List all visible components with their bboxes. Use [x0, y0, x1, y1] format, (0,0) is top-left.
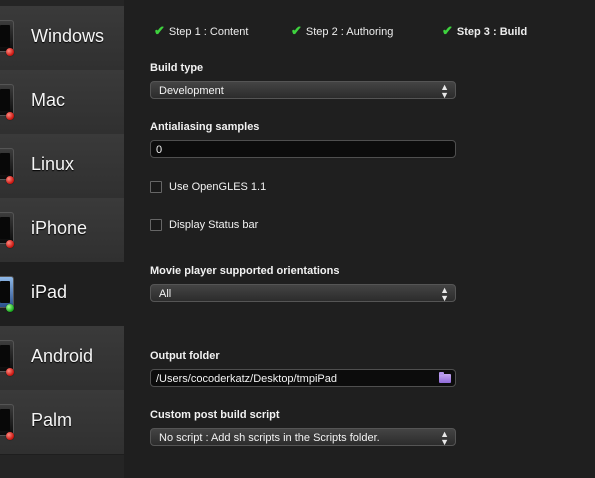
- platform-item-iphone[interactable]: iPhone: [0, 198, 124, 263]
- post-build-script-select[interactable]: No script : Add sh scripts in the Script…: [150, 428, 456, 447]
- tablet-icon: [0, 276, 14, 308]
- platform-label: Linux: [31, 154, 75, 174]
- use-opengles-checkbox-row[interactable]: Use OpenGLES 1.1: [150, 181, 266, 195]
- updown-arrows-icon: ▲ ▼: [440, 285, 449, 303]
- status-red-icon: [6, 176, 14, 184]
- select-value: No script : Add sh scripts in the Script…: [159, 432, 380, 444]
- updown-arrows-icon: ▲ ▼: [440, 429, 449, 447]
- platform-item-linux[interactable]: Linux: [0, 134, 124, 199]
- phone-icon: [0, 404, 14, 436]
- phone-icon: [0, 212, 14, 244]
- antialiasing-label: Antialiasing samples: [150, 121, 260, 133]
- output-folder-value: /Users/cocoderkatz/Desktop/tmpiPad: [156, 373, 337, 385]
- platform-label: iPad: [31, 282, 68, 302]
- platform-item-palm[interactable]: Palm: [0, 390, 124, 455]
- orientations-select[interactable]: All ▲ ▼: [150, 284, 456, 303]
- build-settings-panel: ✔ Step 1 : Content ✔ Step 2 : Authoring ✔ S…: [124, 0, 595, 478]
- platform-item-android[interactable]: Android: [0, 326, 124, 391]
- step-authoring[interactable]: ✔ Step 2 : Authoring: [291, 23, 393, 39]
- computer-icon: [0, 148, 14, 180]
- platform-label: Mac: [31, 90, 66, 110]
- phone-icon: [0, 340, 14, 372]
- select-value: Development: [159, 85, 224, 97]
- platform-item-windows[interactable]: Windows: [0, 6, 124, 71]
- orientations-label: Movie player supported orientations: [150, 265, 340, 277]
- step-label: Step 1 : Content: [168, 26, 249, 38]
- status-red-icon: [6, 48, 14, 56]
- step-build[interactable]: ✔ Step 3 : Build: [442, 23, 527, 39]
- build-type-label: Build type: [150, 62, 204, 74]
- platform-label: Android: [31, 346, 94, 366]
- display-status-bar-label: Display Status bar: [169, 219, 259, 232]
- updown-arrows-icon: ▲ ▼: [440, 82, 449, 100]
- status-red-icon: [6, 368, 14, 376]
- platform-sidebar: Windows Mac Linux iPhone iPad Android Pa…: [0, 0, 124, 478]
- computer-icon: [0, 20, 14, 52]
- computer-icon: [0, 84, 14, 116]
- output-folder-input[interactable]: /Users/cocoderkatz/Desktop/tmpiPad: [150, 369, 456, 387]
- build-type-select[interactable]: Development ▲ ▼: [150, 81, 456, 100]
- folder-icon[interactable]: [439, 372, 451, 383]
- platform-label: iPhone: [31, 218, 88, 238]
- select-value: All: [159, 288, 172, 300]
- status-red-icon: [6, 112, 14, 120]
- status-green-icon: [6, 304, 14, 312]
- checkmark-icon: ✔: [154, 23, 165, 38]
- wizard-steps: ✔ Step 1 : Content ✔ Step 2 : Authoring ✔ S…: [124, 23, 595, 41]
- post-build-script-label: Custom post build script: [150, 409, 280, 421]
- output-folder-label: Output folder: [150, 350, 220, 362]
- display-status-bar-checkbox-row[interactable]: Display Status bar: [150, 219, 258, 233]
- use-opengles-label: Use OpenGLES 1.1: [169, 181, 267, 194]
- status-red-icon: [6, 432, 14, 440]
- platform-item-mac[interactable]: Mac: [0, 70, 124, 135]
- step-label: Step 3 : Build: [456, 26, 528, 38]
- step-label: Step 2 : Authoring: [305, 26, 394, 38]
- platform-label: Palm: [31, 410, 73, 430]
- platform-item-ipad[interactable]: iPad: [0, 262, 124, 327]
- step-content[interactable]: ✔ Step 1 : Content: [154, 23, 248, 39]
- use-opengles-checkbox[interactable]: [150, 181, 162, 194]
- status-red-icon: [6, 240, 14, 248]
- platform-label: Windows: [31, 26, 105, 46]
- display-status-bar-checkbox[interactable]: [150, 219, 162, 232]
- checkmark-icon: ✔: [442, 23, 453, 38]
- checkmark-icon: ✔: [291, 23, 302, 38]
- antialiasing-input[interactable]: 0: [150, 140, 456, 158]
